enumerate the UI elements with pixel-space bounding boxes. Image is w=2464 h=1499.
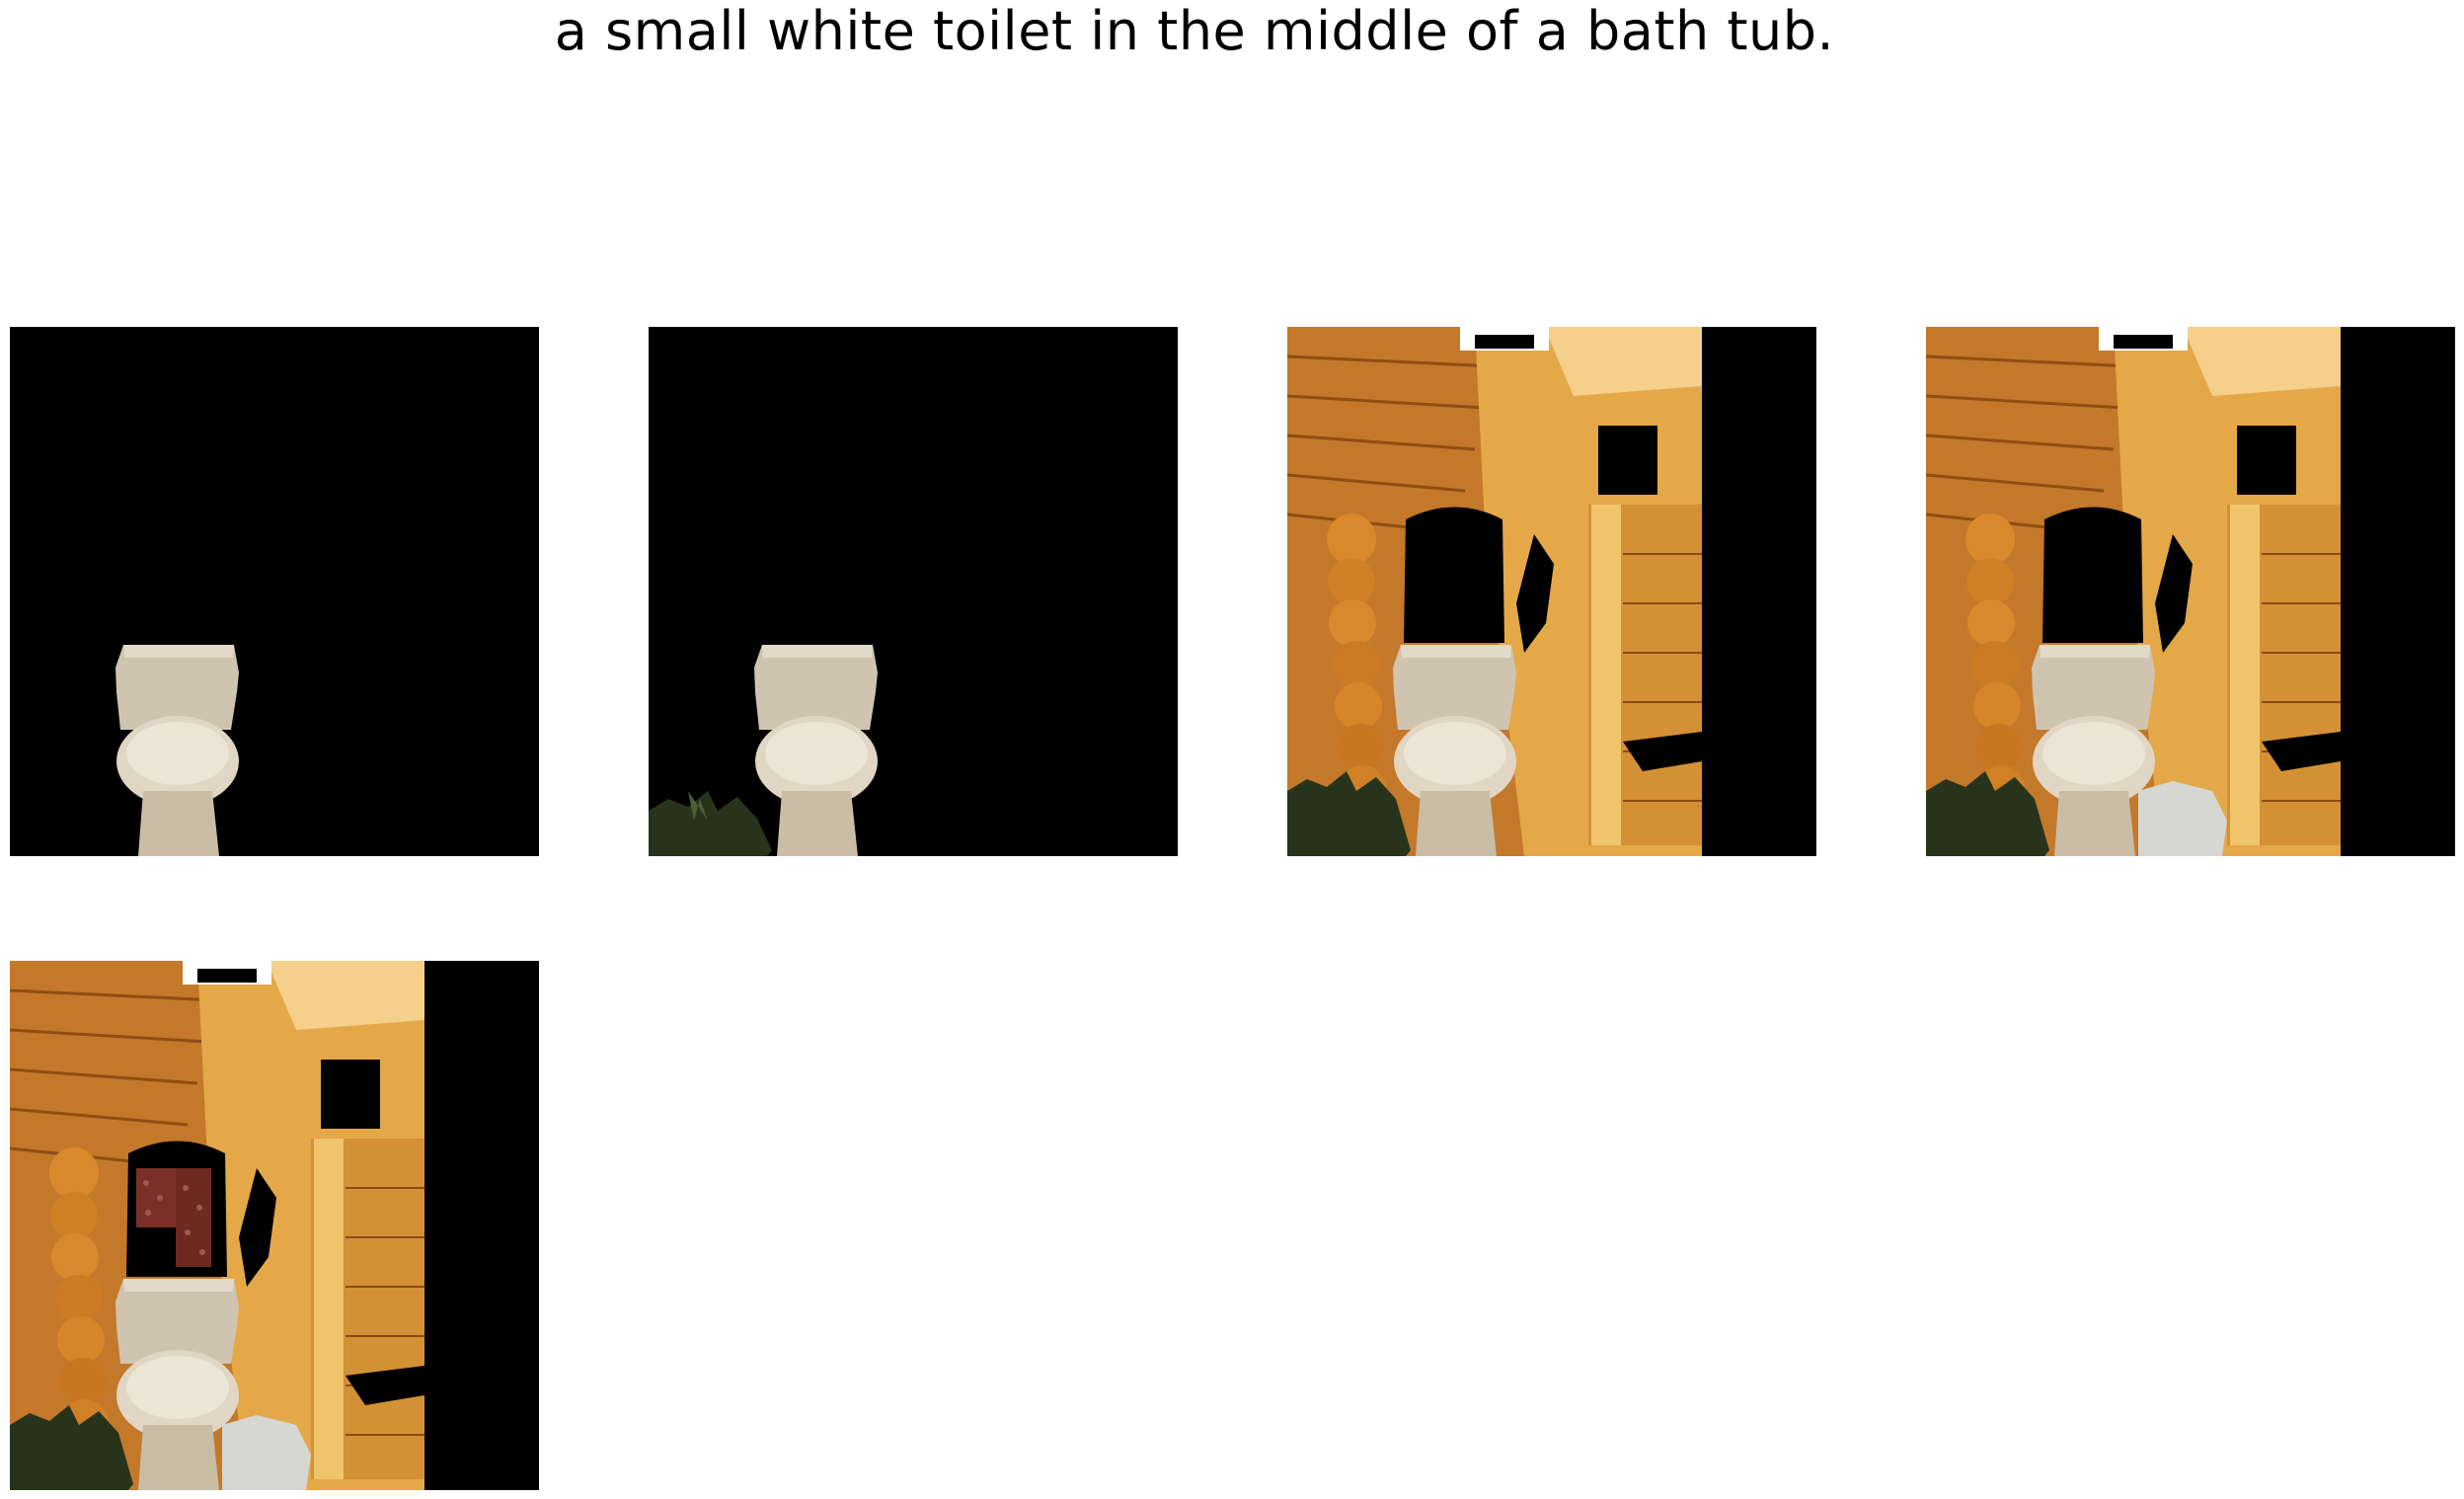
image-panel-2	[649, 327, 1178, 856]
image-panel-1	[10, 327, 539, 856]
door-segment	[2227, 505, 2341, 845]
panel-3-image	[1287, 327, 1816, 856]
panel-5-image	[10, 961, 539, 1490]
panel-1-image	[10, 327, 539, 856]
figure-caption: a small white toilet in the middle of a …	[554, 0, 1835, 62]
panel-4-image	[1926, 327, 2455, 856]
image-panel-5	[10, 961, 539, 1490]
image-panel-3	[1287, 327, 1816, 856]
panel-2-image	[649, 327, 1178, 856]
door-segment	[1588, 505, 1702, 845]
door-segment	[311, 1139, 424, 1479]
image-panel-4	[1926, 327, 2455, 856]
